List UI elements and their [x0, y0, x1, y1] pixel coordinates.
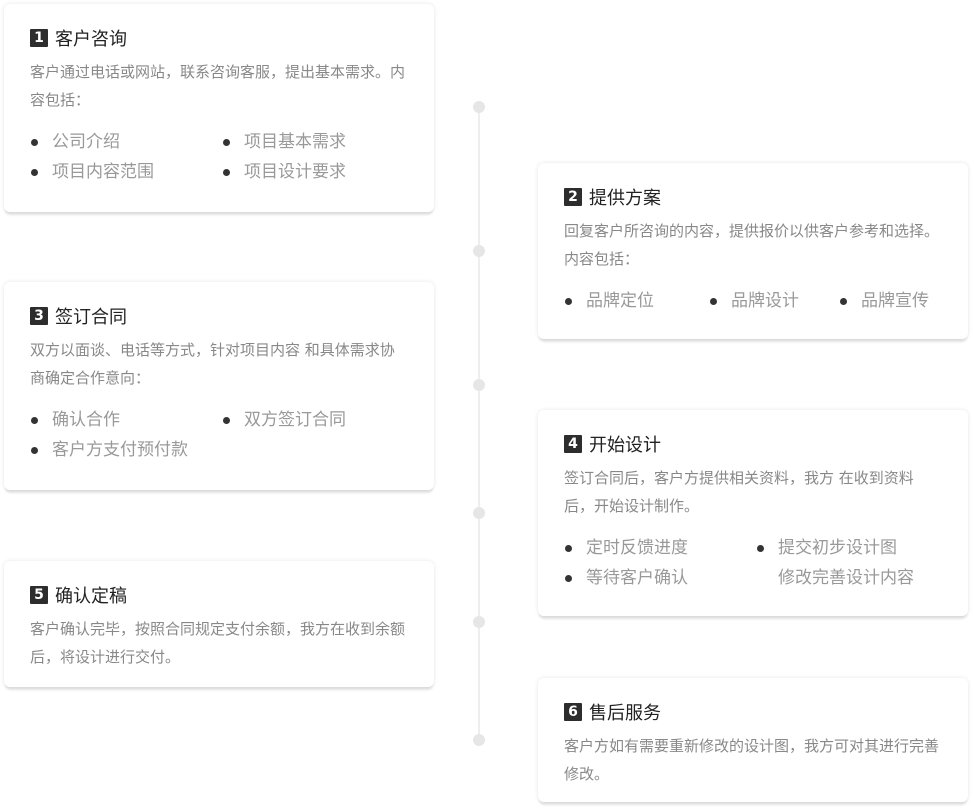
- timeline-dot: [473, 616, 485, 628]
- bullet-item: 品牌定位: [564, 289, 709, 313]
- bullet-item: 项目内容范围: [30, 160, 222, 184]
- bullet-item: 品牌设计: [709, 289, 839, 313]
- bullet-item: 品牌宣传: [839, 289, 942, 313]
- step-title: 3 签订合同: [30, 304, 408, 328]
- bullet-item: 等待客户确认: [564, 566, 756, 590]
- timeline-dot: [473, 379, 485, 391]
- step-title: 4 开始设计: [564, 432, 942, 456]
- timeline-dot: [473, 507, 485, 519]
- step-number-badge: 1: [30, 29, 48, 47]
- bullet-item: 定时反馈进度: [564, 536, 756, 560]
- timeline-dot: [473, 734, 485, 746]
- step-card-consult: 1 客户咨询 客户通过电话或网站，联系咨询客服，提出基本需求。内容包括： 公司介…: [4, 4, 434, 212]
- bullet-list: 定时反馈进度 提交初步设计图 等待客户确认 修改完善设计内容: [564, 536, 942, 590]
- timeline-line: [478, 106, 480, 742]
- step-title: 5 确认定稿: [30, 583, 408, 607]
- step-number-badge: 6: [564, 703, 582, 721]
- bullet-item: 项目基本需求: [222, 130, 408, 154]
- step-card-proposal: 2 提供方案 回复客户所咨询的内容，提供报价以供客户参考和选择。内容包括： 品牌…: [538, 163, 968, 339]
- step-title-text: 提供方案: [589, 188, 661, 209]
- step-title-text: 确认定稿: [55, 586, 127, 607]
- step-description: 客户确认完毕，按照合同规定支付余额，我方在收到余额后，将设计进行交付。: [30, 620, 406, 666]
- bullet-item: 确认合作: [30, 408, 222, 432]
- step-title-text: 开始设计: [589, 435, 661, 456]
- step-title-text: 售后服务: [589, 703, 661, 724]
- bullet-list: 确认合作 双方签订合同 客户方支付预付款: [30, 408, 408, 462]
- bullet-item: 双方签订合同: [222, 408, 408, 432]
- step-card-after-sales: 6 售后服务 客户方如有需要重新修改的设计图，我方可对其进行完善修改。: [538, 678, 968, 802]
- bullet-list: 品牌定位 品牌设计 品牌宣传: [564, 289, 942, 313]
- step-description: 客户方如有需要重新修改的设计图，我方可对其进行完善修改。: [564, 737, 940, 783]
- step-description: 客户通过电话或网站，联系咨询客服，提出基本需求。内容包括：: [30, 63, 406, 109]
- bullet-item: 客户方支付预付款: [30, 438, 222, 462]
- bullet-list: 公司介绍 项目基本需求 项目内容范围 项目设计要求: [30, 130, 408, 184]
- step-title: 6 售后服务: [564, 700, 942, 724]
- timeline-dot: [473, 101, 485, 113]
- step-title: 1 客户咨询: [30, 26, 408, 50]
- bullet-item: 修改完善设计内容: [778, 568, 914, 588]
- step-number-badge: 2: [564, 188, 582, 206]
- step-number-badge: 4: [564, 435, 582, 453]
- step-number-badge: 5: [30, 586, 48, 604]
- step-description: 回复客户所咨询的内容，提供报价以供客户参考和选择。内容包括：: [564, 222, 940, 268]
- step-description: 签订合同后，客户方提供相关资料，我方 在收到资料后，开始设计制作。: [564, 469, 914, 515]
- step-card-contract: 3 签订合同 双方以面谈、电话等方式，针对项目内容 和具体需求协商确定合作意向：…: [4, 282, 434, 490]
- bullet-item: 公司介绍: [30, 130, 222, 154]
- step-card-design: 4 开始设计 签订合同后，客户方提供相关资料，我方 在收到资料后，开始设计制作。…: [538, 410, 968, 616]
- step-title-text: 签订合同: [55, 307, 127, 328]
- step-title: 2 提供方案: [564, 185, 942, 209]
- step-title-text: 客户咨询: [55, 29, 127, 50]
- bullet-item: 提交初步设计图: [756, 536, 942, 560]
- bullet-item: 项目设计要求: [222, 160, 408, 184]
- step-number-badge: 3: [30, 307, 48, 325]
- timeline-dot: [473, 245, 485, 257]
- step-description: 双方以面谈、电话等方式，针对项目内容 和具体需求协商确定合作意向：: [30, 341, 395, 387]
- step-card-finalize: 5 确认定稿 客户确认完毕，按照合同规定支付余额，我方在收到余额后，将设计进行交…: [4, 561, 434, 687]
